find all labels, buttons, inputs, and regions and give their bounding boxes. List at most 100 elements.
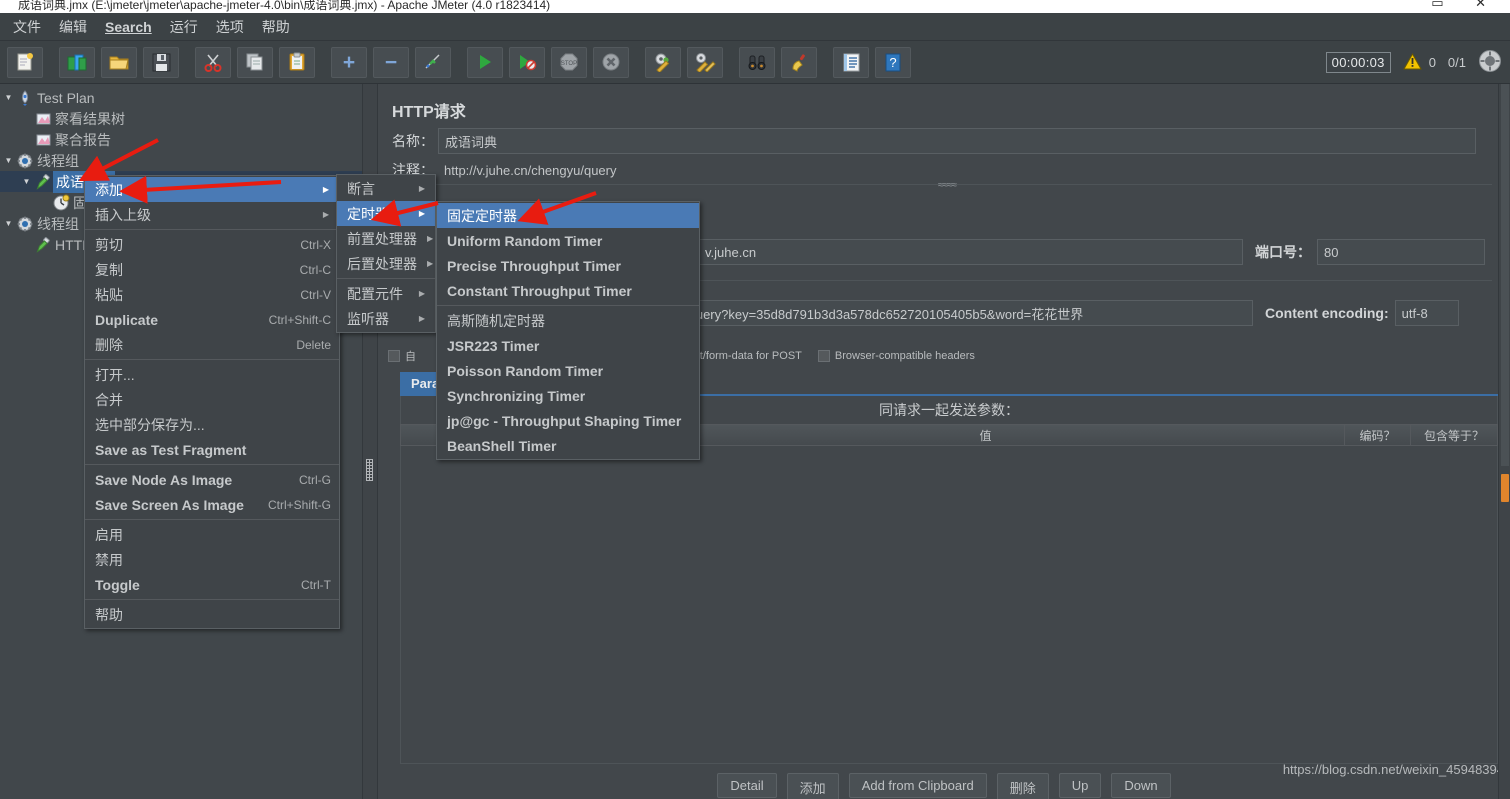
table-header-include-equals[interactable]: 包含等于？ — [1411, 425, 1497, 445]
reset-search-icon[interactable] — [781, 46, 817, 78]
menu-edit[interactable]: 编辑 — [50, 14, 96, 40]
timer-item-gaussian-random-timer[interactable]: 高斯随机定时器 — [437, 308, 699, 333]
timer-item-constant-timer[interactable]: 固定定时器 — [437, 203, 699, 228]
clear-all-icon[interactable] — [687, 46, 723, 78]
add-submenu-item-pre-processors[interactable]: 前置处理器 ▶ — [337, 226, 435, 251]
tree-node-view-results-tree[interactable]: ▼ 察看结果树 — [0, 108, 362, 129]
context-menu-item-save-as-test-fragment[interactable]: Save as Test Fragment — [85, 437, 339, 462]
content-encoding-input[interactable] — [1394, 300, 1459, 326]
expand-arrow-icon[interactable]: ▼ — [2, 156, 15, 165]
context-menu-item-insert-parent[interactable]: 插入上级 ▶ — [85, 202, 339, 227]
menu-search[interactable]: Search — [96, 16, 161, 38]
context-menu-item-save-screen-as-image[interactable]: Save Screen As Image Ctrl+Shift-G — [85, 492, 339, 517]
add-from-clipboard-button[interactable]: Add from Clipboard — [848, 773, 987, 798]
context-menu-item-open[interactable]: 打开... — [85, 362, 339, 387]
shutdown-icon[interactable] — [593, 46, 629, 78]
expand-arrow-icon[interactable]: ▼ — [20, 177, 33, 186]
context-menu-item-help[interactable]: 帮助 — [85, 602, 339, 627]
comment-input[interactable] — [438, 160, 1476, 180]
menu-item-label: 断言 — [347, 180, 375, 197]
tree-node-aggregate-report[interactable]: ▼ 聚合报告 — [0, 129, 362, 150]
context-menu-item-add[interactable]: 添加 ▶ — [85, 177, 339, 202]
context-menu-item-save-selection-as[interactable]: 选中部分保存为... — [85, 412, 339, 437]
port-input[interactable] — [1317, 239, 1485, 265]
window-title: 成语词典.jmx (E:\jmeter\jmeter\apache-jmeter… — [18, 0, 551, 12]
parameters-table-body[interactable] — [400, 446, 1498, 764]
copy-icon[interactable] — [237, 46, 273, 78]
path-input[interactable] — [678, 300, 1253, 326]
down-button[interactable]: Down — [1111, 773, 1171, 798]
name-input[interactable] — [438, 128, 1476, 154]
timer-item-beanshell-timer[interactable]: BeanShell Timer — [437, 433, 699, 458]
menu-help[interactable]: 帮助 — [253, 14, 299, 40]
tree-context-menu[interactable]: 添加 ▶ 插入上级 ▶ 剪切 Ctrl-X 复制 Ctrl-C 粘贴 Ctrl-… — [84, 175, 340, 629]
menu-options[interactable]: 选项 — [207, 14, 253, 40]
timer-item-throughput-shaping-timer[interactable]: jp@gc - Throughput Shaping Timer — [437, 408, 699, 433]
context-menu-item-toggle[interactable]: Toggle Ctrl-T — [85, 572, 339, 597]
expand-arrow-icon[interactable]: ▼ — [2, 219, 15, 228]
server-name-input[interactable] — [698, 239, 1243, 265]
context-menu-item-cut[interactable]: 剪切 Ctrl-X — [85, 232, 339, 257]
context-menu-item-disable[interactable]: 禁用 — [85, 547, 339, 572]
collapse-minus-icon[interactable]: − — [373, 46, 409, 78]
splitter-grip-icon[interactable] — [366, 459, 373, 481]
menu-item-label: 添加 — [95, 181, 123, 198]
timer-item-uniform-random-timer[interactable]: Uniform Random Timer — [437, 228, 699, 253]
help-icon[interactable]: ? — [875, 46, 911, 78]
add-submenu-item-post-processors[interactable]: 后置处理器 ▶ — [337, 251, 435, 276]
vertical-scrollbar[interactable] — [1498, 84, 1510, 799]
menu-run[interactable]: 运行 — [161, 14, 207, 40]
detail-button[interactable]: Detail — [717, 773, 777, 798]
timer-item-poisson-random-timer[interactable]: Poisson Random Timer — [437, 358, 699, 383]
tree-node-thread-group-1[interactable]: ▼ 线程组 — [0, 150, 362, 171]
table-header-value[interactable]: 值 — [627, 425, 1345, 445]
window-controls[interactable]: ▭ ✕ — [1431, 0, 1500, 11]
add-submenu[interactable]: 断言 ▶ 定时器 ▶ 前置处理器 ▶ 后置处理器 ▶ 配置元件 ▶ 监听器 ▶ — [336, 174, 436, 333]
context-menu-item-merge[interactable]: 合并 — [85, 387, 339, 412]
open-folder-icon[interactable] — [101, 46, 137, 78]
timer-item-constant-throughput-timer[interactable]: Constant Throughput Timer — [437, 278, 699, 303]
templates-icon[interactable] — [59, 46, 95, 78]
context-menu-item-enable[interactable]: 启用 — [85, 522, 339, 547]
delete-button[interactable]: 删除 — [996, 773, 1049, 799]
menu-file[interactable]: 文件 — [4, 14, 50, 40]
cut-scissors-icon[interactable] — [195, 46, 231, 78]
clear-icon[interactable] — [645, 46, 681, 78]
table-header-encode[interactable]: 编码？ — [1345, 425, 1411, 445]
auto-redirect-checkbox[interactable] — [388, 350, 400, 362]
scrollbar-track[interactable] — [1501, 84, 1509, 466]
search-binoculars-icon[interactable] — [739, 46, 775, 78]
add-submenu-item-assertions[interactable]: 断言 ▶ — [337, 176, 435, 201]
connection-status-icon[interactable] — [1478, 49, 1502, 76]
add-submenu-item-timer[interactable]: 定时器 ▶ — [337, 201, 435, 226]
context-menu-item-copy[interactable]: 复制 Ctrl-C — [85, 257, 339, 282]
up-button[interactable]: Up — [1058, 773, 1102, 798]
browser-headers-checkbox[interactable] — [817, 350, 830, 362]
stop-icon[interactable]: STOP — [551, 46, 587, 78]
context-menu-item-paste[interactable]: 粘贴 Ctrl-V — [85, 282, 339, 307]
timer-item-precise-throughput-timer[interactable]: Precise Throughput Timer — [437, 253, 699, 278]
paste-icon[interactable] — [279, 46, 315, 78]
start-no-pauses-icon[interactable] — [509, 46, 545, 78]
scrollbar-thumb[interactable] — [1501, 474, 1509, 502]
timer-item-synchronizing-timer[interactable]: Synchronizing Timer — [437, 383, 699, 408]
expand-arrow-icon[interactable]: ▼ — [2, 93, 15, 102]
context-menu-item-duplicate[interactable]: Duplicate Ctrl+Shift-C — [85, 307, 339, 332]
timer-submenu[interactable]: 固定定时器 Uniform Random Timer Precise Throu… — [436, 201, 700, 460]
expand-plus-icon[interactable]: + — [331, 46, 367, 78]
add-button[interactable]: 添加 — [786, 773, 839, 799]
warning-triangle-icon[interactable] — [1402, 52, 1422, 73]
add-submenu-item-config-element[interactable]: 配置元件 ▶ — [337, 281, 435, 306]
tree-node-test-plan[interactable]: ▼ Test Plan — [0, 87, 362, 108]
toggle-icon[interactable] — [415, 46, 451, 78]
start-play-icon[interactable] — [467, 46, 503, 78]
drag-grip-icon[interactable]: ≈≈≈≈ — [938, 180, 957, 191]
function-helper-icon[interactable] — [833, 46, 869, 78]
save-icon[interactable] — [143, 46, 179, 78]
context-menu-item-save-node-as-image[interactable]: Save Node As Image Ctrl-G — [85, 467, 339, 492]
new-document-icon[interactable] — [7, 46, 43, 78]
timer-item-jsr223-timer[interactable]: JSR223 Timer — [437, 333, 699, 358]
context-menu-item-delete[interactable]: 删除 Delete — [85, 332, 339, 357]
add-submenu-item-listener[interactable]: 监听器 ▶ — [337, 306, 435, 331]
menu-divider — [85, 359, 339, 360]
